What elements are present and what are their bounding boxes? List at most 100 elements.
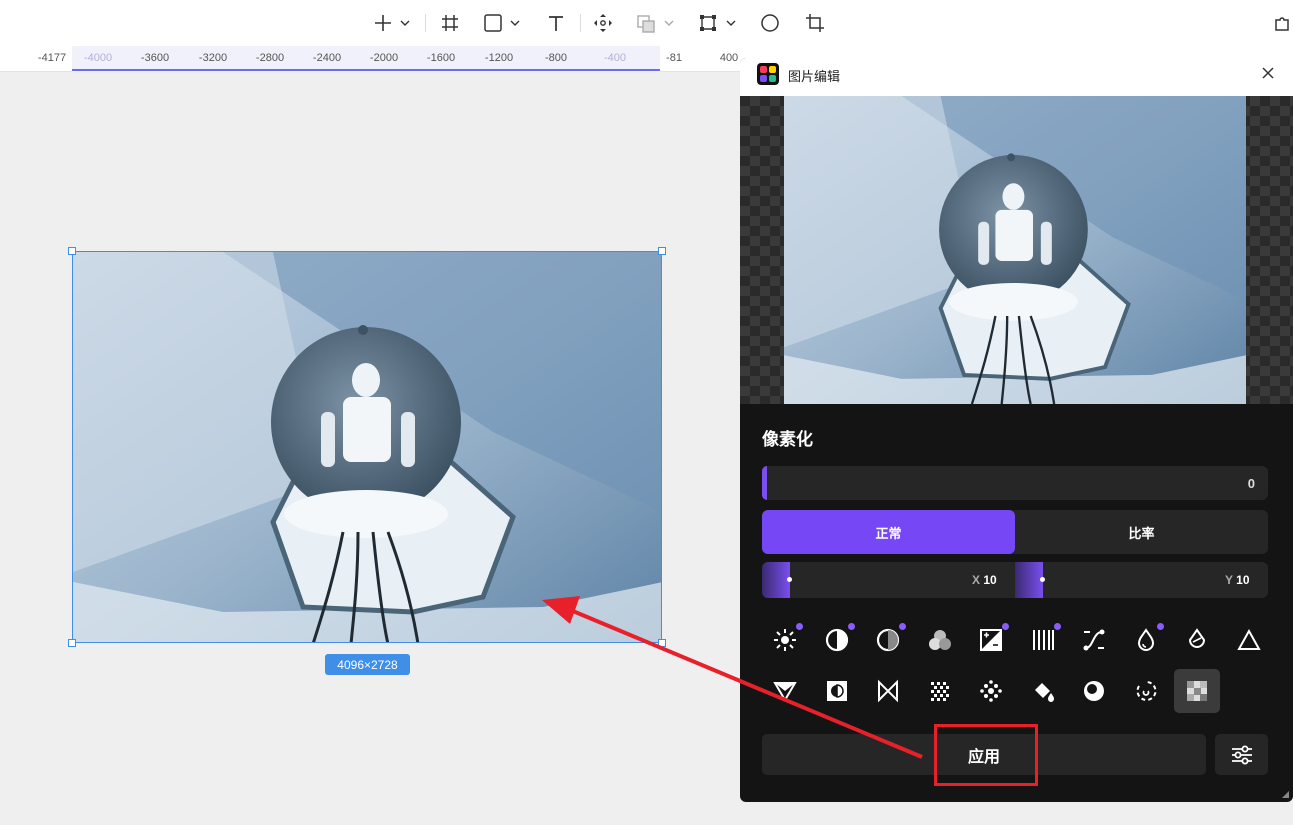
ruler-tick: -1600 <box>426 52 456 64</box>
circle-icon <box>761 14 779 32</box>
component-tool-button[interactable] <box>698 10 738 36</box>
frame-tool-button[interactable] <box>438 10 462 36</box>
image-edit-panel: 图片编辑 像素化 0 正常 比率 X 10 Y 10 应用 <box>740 58 1293 802</box>
active-badge <box>1157 623 1164 630</box>
ruler-tick: -1200 <box>484 52 514 64</box>
resize-handle-top-left[interactable] <box>68 247 76 255</box>
preview-photo <box>784 96 1246 404</box>
close-icon <box>1262 67 1274 79</box>
plus-icon <box>375 15 410 31</box>
ruler-tick: -3600 <box>140 52 170 64</box>
resize-handle-bottom-right[interactable] <box>658 639 666 647</box>
mode-option-ratio[interactable]: 比率 <box>1015 510 1268 554</box>
ruler-tick: 400 <box>719 52 739 64</box>
frame-icon <box>442 15 458 31</box>
panel-resize-grip[interactable] <box>1282 791 1289 798</box>
filter-stripes[interactable] <box>1020 618 1066 662</box>
rotate-icon <box>1136 680 1157 701</box>
invert-icon <box>827 681 847 701</box>
ruler-tick: -4000 <box>83 52 113 64</box>
top-toolbar <box>0 0 1293 46</box>
toolbar-separator <box>580 14 581 32</box>
filter-curves[interactable] <box>1071 618 1117 662</box>
filter-bowtie[interactable] <box>865 669 911 713</box>
filter-noise[interactable] <box>917 669 963 713</box>
image-dimensions-badge: 4096×2728 <box>325 654 410 675</box>
slider-value: 0 <box>1247 476 1255 491</box>
tint-icon <box>1188 628 1206 648</box>
active-badge <box>1002 623 1009 630</box>
sliders-icon <box>1231 745 1252 764</box>
filter-invert[interactable] <box>814 669 860 713</box>
filter-rotate[interactable] <box>1123 669 1169 713</box>
y-slider-fill[interactable] <box>1015 562 1043 598</box>
ruler-tick: -800 <box>544 52 568 64</box>
filter-contrast[interactable] <box>814 618 860 662</box>
filter-dots[interactable] <box>968 669 1014 713</box>
noise-icon <box>931 682 949 701</box>
filter-triangle-down[interactable] <box>762 669 808 713</box>
mode-segmented-control: 正常 比率 <box>762 510 1268 554</box>
component-icon <box>700 15 736 31</box>
filter-pixelate[interactable] <box>1174 669 1220 713</box>
active-badge <box>796 623 803 630</box>
shade-icon <box>1084 681 1104 701</box>
filter-title: 像素化 <box>762 430 813 449</box>
filter-drop[interactable] <box>1123 618 1169 662</box>
app-logo-icon <box>757 63 779 85</box>
add-menu-button[interactable] <box>370 10 412 36</box>
curves-icon <box>1083 629 1105 651</box>
plugin-button[interactable] <box>1272 10 1293 36</box>
filter-exposure[interactable] <box>968 618 1014 662</box>
filter-brightness[interactable] <box>762 618 808 662</box>
triangle-icon <box>1237 628 1261 650</box>
slider-fill <box>762 466 767 500</box>
resize-handle-top-right[interactable] <box>658 247 666 255</box>
xy-size-sliders: X 10 Y 10 <box>762 562 1268 598</box>
adjustments-button[interactable] <box>1215 734 1268 775</box>
canvas-image[interactable] <box>72 251 662 643</box>
text-tool-button[interactable] <box>544 10 568 36</box>
active-badge <box>848 623 855 630</box>
move-icon <box>594 14 612 32</box>
crop-tool-button[interactable] <box>804 10 826 36</box>
move-tool-button[interactable] <box>592 10 614 36</box>
ruler-tick: -2800 <box>255 52 285 64</box>
text-icon <box>549 16 563 31</box>
pixelate-amount-slider[interactable]: 0 <box>762 466 1268 500</box>
rectangle-icon <box>484 14 520 32</box>
close-button[interactable] <box>1259 64 1277 82</box>
bowtie-icon <box>878 679 898 703</box>
exposure-icon <box>980 629 1002 651</box>
panel-header: 图片编辑 <box>740 58 1293 96</box>
brightness-icon <box>774 629 796 651</box>
image-preview <box>740 96 1293 404</box>
ruler-tick: -2000 <box>369 52 399 64</box>
filter-shade[interactable] <box>1071 669 1117 713</box>
filter-fill[interactable] <box>1020 669 1066 713</box>
y-slider-handle[interactable] <box>1040 577 1045 582</box>
annotation-highlight-box <box>934 724 1038 786</box>
resize-handle-bottom-left[interactable] <box>68 639 76 647</box>
filter-color-mix[interactable] <box>917 618 963 662</box>
x-slider-label: X 10 <box>972 573 997 587</box>
shape-tool-button[interactable] <box>482 10 522 36</box>
filter-saturation[interactable] <box>865 618 911 662</box>
crop-icon <box>806 14 824 32</box>
boolean-tool-button[interactable] <box>636 10 676 36</box>
x-slider-handle[interactable] <box>787 577 792 582</box>
x-slider-fill[interactable] <box>762 562 790 598</box>
filter-tint[interactable] <box>1174 618 1220 662</box>
ruler-selection-bar <box>72 69 660 71</box>
ruler-tick: -81 <box>666 52 682 64</box>
active-badge <box>1054 623 1061 630</box>
stripes-icon <box>1033 630 1054 650</box>
robot-photo <box>73 252 661 642</box>
filter-triangle[interactable] <box>1226 618 1272 662</box>
panel-title: 图片编辑 <box>788 69 841 84</box>
color-mix-icon <box>929 630 951 650</box>
ellipse-tool-button[interactable] <box>759 10 781 36</box>
mode-option-normal[interactable]: 正常 <box>762 510 1015 554</box>
boolean-icon <box>637 15 674 33</box>
drop-icon <box>1137 628 1155 651</box>
